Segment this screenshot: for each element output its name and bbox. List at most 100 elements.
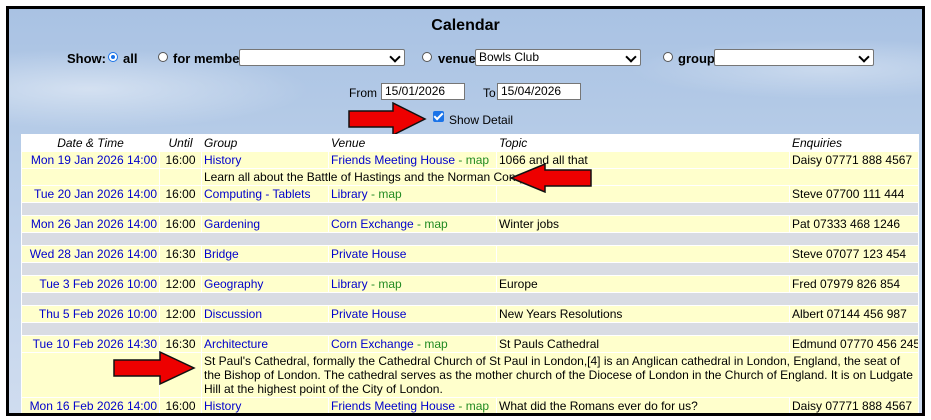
- event-date-link[interactable]: Tue 3 Feb 2026 10:00: [21, 275, 160, 293]
- spacer-row: [21, 232, 919, 246]
- detail-row: Learn all about the Battle of Hastings a…: [21, 168, 919, 186]
- show-detail-checkbox[interactable]: [433, 111, 444, 122]
- red-arrow-left-icon: [509, 163, 592, 193]
- map-link[interactable]: map: [378, 277, 401, 291]
- event-venue-cell: Corn Exchange - map: [328, 335, 497, 353]
- event-enquiries: Fred 07979 826 854: [789, 275, 919, 293]
- map-link[interactable]: map: [466, 153, 489, 167]
- table-row: Mon 19 Jan 2026 14:00 16:00 History Friends…: [21, 151, 919, 169]
- all-radio[interactable]: [108, 52, 118, 62]
- event-group-link[interactable]: Gardening: [204, 217, 260, 231]
- event-topic: Europe: [496, 275, 790, 293]
- show-filter-row: Show: all for member venue Bowls Club gr…: [9, 49, 922, 69]
- event-group-cell: Computing - Tablets: [201, 185, 329, 203]
- group-select[interactable]: [714, 49, 874, 66]
- spacer-cell: [21, 322, 919, 336]
- event-group-link[interactable]: Computing - Tablets: [204, 187, 311, 201]
- event-date-link[interactable]: Mon 16 Feb 2026 14:00: [21, 397, 160, 413]
- event-topic: St Pauls Cathedral: [496, 335, 790, 353]
- map-separator: -: [455, 399, 466, 413]
- map-separator: -: [367, 187, 379, 201]
- col-header-until: Until: [159, 134, 202, 152]
- table-row: Thu 5 Feb 2026 10:00 12:00 Discussion Priva…: [21, 305, 919, 323]
- event-until: 16:00: [159, 397, 202, 413]
- event-group-cell: Geography: [201, 275, 329, 293]
- event-venue-link[interactable]: Private House: [331, 307, 406, 321]
- event-until: 12:00: [159, 275, 202, 293]
- event-group-link[interactable]: Geography: [204, 277, 263, 291]
- member-radio[interactable]: [158, 52, 168, 62]
- event-venue-cell: Library - map: [328, 275, 497, 293]
- event-venue-link[interactable]: Library: [331, 187, 368, 201]
- event-topic: Winter jobs: [496, 215, 790, 233]
- event-venue-link[interactable]: Library: [331, 277, 368, 291]
- event-venue-link[interactable]: Friends Meeting House: [331, 399, 455, 413]
- event-group-cell: Discussion: [201, 305, 329, 323]
- map-link[interactable]: map: [378, 187, 401, 201]
- member-select[interactable]: [239, 49, 405, 66]
- event-group-link[interactable]: Discussion: [204, 307, 262, 321]
- event-date-link[interactable]: Thu 5 Feb 2026 10:00: [21, 305, 160, 323]
- date-range-row: From 15/01/2026 To 15/04/2026: [9, 82, 922, 102]
- event-topic: [496, 245, 790, 263]
- table-row: Tue 20 Jan 2026 14:00 16:00 Computing - Ta…: [21, 185, 919, 203]
- col-header-enquiries: Enquiries: [789, 134, 919, 152]
- event-enquiries: Daisy 07771 888 4567: [789, 151, 919, 169]
- event-venue-link[interactable]: Corn Exchange: [331, 217, 414, 231]
- red-arrow-right-icon: [113, 350, 196, 386]
- event-until: 16:00: [159, 185, 202, 203]
- event-until: 12:00: [159, 305, 202, 323]
- spacer-row: [21, 322, 919, 336]
- event-venue-cell: Library - map: [328, 185, 497, 203]
- event-group-cell: Architecture: [201, 335, 329, 353]
- event-group-link[interactable]: History: [204, 153, 241, 167]
- map-link[interactable]: map: [466, 399, 489, 413]
- calendar-panel: Calendar Show: all for member venue Bowl…: [6, 6, 925, 416]
- event-until: 16:00: [159, 151, 202, 169]
- show-label: Show:: [67, 51, 106, 66]
- event-enquiries: Edmund 07770 456 245: [789, 335, 919, 353]
- event-group-link[interactable]: Architecture: [204, 337, 268, 351]
- event-group-link[interactable]: Bridge: [204, 247, 239, 261]
- event-group-cell: History: [201, 151, 329, 169]
- event-venue-link[interactable]: Friends Meeting House: [331, 153, 455, 167]
- show-detail-label: Show Detail: [449, 113, 514, 127]
- to-label: To: [483, 86, 496, 100]
- table-header-row: Date & Time Until Group Venue Topic Enqu…: [21, 134, 919, 152]
- to-date-input[interactable]: 15/04/2026: [497, 83, 581, 100]
- venue-radio[interactable]: [422, 52, 432, 62]
- event-date-link[interactable]: Mon 19 Jan 2026 14:00: [21, 151, 160, 169]
- event-date-link[interactable]: Tue 20 Jan 2026 14:00: [21, 185, 160, 203]
- map-link[interactable]: map: [424, 337, 447, 351]
- event-date-link[interactable]: Wed 28 Jan 2026 14:00: [21, 245, 160, 263]
- event-venue-cell: Private House: [328, 245, 497, 263]
- event-group-link[interactable]: History: [204, 399, 241, 413]
- table-row: Tue 3 Feb 2026 10:00 12:00 Geography Librar…: [21, 275, 919, 293]
- event-venue-cell: Friends Meeting House - map: [328, 151, 497, 169]
- event-venue-cell: Friends Meeting House - map: [328, 397, 497, 413]
- event-venue-link[interactable]: Corn Exchange: [331, 337, 414, 351]
- show-detail-row: Show Detail: [9, 102, 922, 136]
- from-date-input[interactable]: 15/01/2026: [381, 83, 465, 100]
- event-group-cell: History: [201, 397, 329, 413]
- event-date-link[interactable]: Mon 26 Jan 2026 14:00: [21, 215, 160, 233]
- detail-spacer: [21, 168, 160, 186]
- chevron-down-icon: [389, 51, 401, 63]
- spacer-row: [21, 262, 919, 276]
- map-separator: -: [455, 153, 466, 167]
- event-group-cell: Bridge: [201, 245, 329, 263]
- event-until: 16:30: [159, 245, 202, 263]
- table-row: Mon 26 Jan 2026 14:00 16:00 Gardening Corn …: [21, 215, 919, 233]
- event-group-cell: Gardening: [201, 215, 329, 233]
- table-row: Wed 28 Jan 2026 14:00 16:30 Bridge Private …: [21, 245, 919, 263]
- map-separator: -: [413, 217, 425, 231]
- event-topic: What did the Romans ever do for us?: [496, 397, 790, 413]
- from-label: From: [349, 86, 377, 100]
- group-radio[interactable]: [663, 52, 673, 62]
- spacer-cell: [21, 262, 919, 276]
- venue-select[interactable]: Bowls Club: [475, 49, 641, 66]
- event-enquiries: Albert 07144 456 987: [789, 305, 919, 323]
- event-venue-link[interactable]: Private House: [331, 247, 406, 261]
- spacer-row: [21, 292, 919, 306]
- map-link[interactable]: map: [424, 217, 447, 231]
